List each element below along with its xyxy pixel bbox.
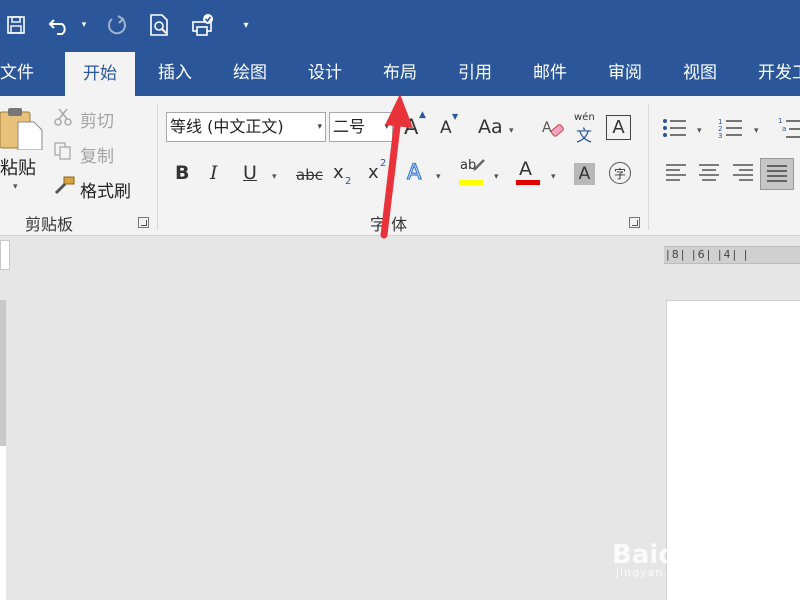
annotation-arrow-icon <box>380 94 413 239</box>
